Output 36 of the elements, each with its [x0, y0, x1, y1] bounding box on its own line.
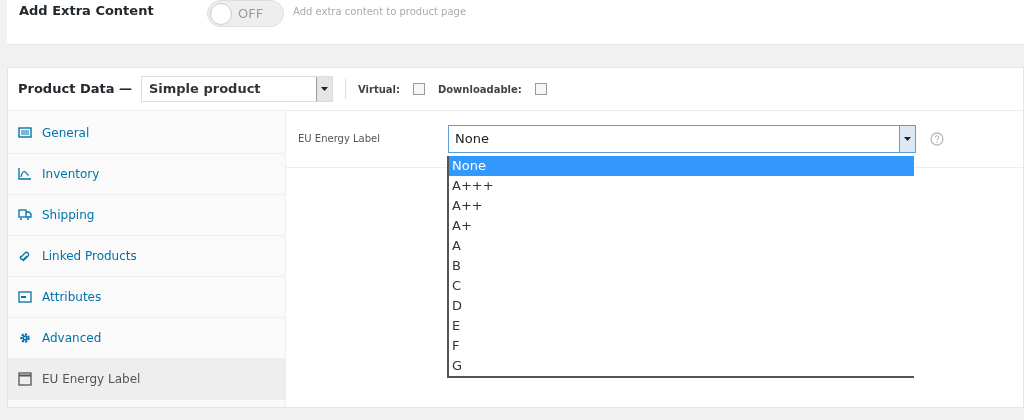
- dropdown-option[interactable]: A++: [449, 196, 914, 216]
- section-label: Add Extra Content: [19, 2, 155, 20]
- truck-icon: [18, 208, 32, 222]
- dropdown-option[interactable]: G: [449, 356, 914, 376]
- sidebar-tab[interactable]: Shipping: [8, 195, 285, 236]
- help-icon[interactable]: [930, 132, 944, 146]
- panel-title: Product Data —: [18, 80, 132, 99]
- caret-icon: [899, 126, 915, 152]
- line-chart-icon: [18, 167, 32, 181]
- gear-icon: [18, 331, 32, 345]
- window-icon: [18, 290, 32, 304]
- dropdown-option[interactable]: C: [449, 276, 914, 296]
- grid-panel-icon: [18, 126, 32, 140]
- product-type-select[interactable]: Simple product: [140, 76, 333, 102]
- hint-text: Add extra content to product page: [293, 5, 467, 19]
- dropdown-option[interactable]: B: [449, 256, 914, 276]
- energy-label-select[interactable]: None: [448, 125, 916, 153]
- window-icon: [18, 372, 32, 386]
- sidebar-tab[interactable]: Attributes: [8, 277, 285, 318]
- sidebar-tab[interactable]: Linked Products: [8, 236, 285, 277]
- checkbox[interactable]: [412, 83, 425, 95]
- sidebar-tab[interactable]: Inventory: [8, 154, 285, 195]
- dropdown-option[interactable]: E: [449, 316, 914, 336]
- dropdown-option[interactable]: A: [449, 236, 914, 256]
- sidebar-tab[interactable]: General: [8, 113, 285, 154]
- checkbox-label: Virtual:: [357, 82, 400, 97]
- dropdown-option[interactable]: A+: [449, 216, 914, 236]
- caret-icon: [315, 77, 332, 101]
- field-label: EU Energy Label: [298, 131, 381, 146]
- dropdown-option[interactable]: D: [449, 296, 914, 316]
- dropdown-option[interactable]: F: [449, 336, 914, 356]
- checkbox-label: Downloadable:: [437, 82, 522, 97]
- dropdown-option[interactable]: A+++: [449, 176, 914, 196]
- checkbox[interactable]: [534, 83, 547, 95]
- link-icon: [18, 249, 32, 263]
- sidebar-tab[interactable]: EU Energy Label: [8, 359, 285, 400]
